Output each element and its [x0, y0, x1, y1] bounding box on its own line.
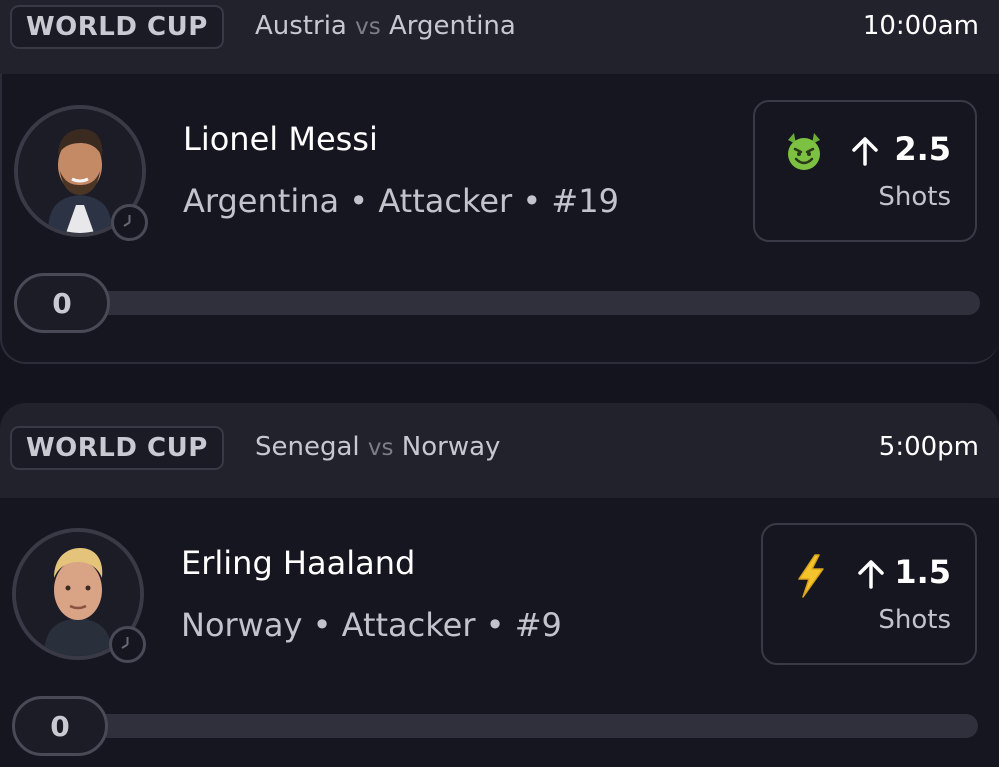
pick-line: 1.5 — [894, 553, 951, 591]
league-tag[interactable]: WORLD CUP — [10, 426, 224, 470]
home-team: Senegal — [255, 432, 360, 462]
player-meta: Argentina • Attacker • #19 — [183, 182, 619, 220]
pick-stat: Shots — [878, 182, 951, 212]
clock-icon — [109, 626, 146, 663]
league-tag[interactable]: WORLD CUP — [10, 5, 224, 49]
player-name: Erling Haaland — [181, 544, 416, 582]
match-time: 5:00pm — [878, 432, 979, 462]
up-arrow-icon — [858, 560, 884, 589]
matchup: Senegal vs Norway — [255, 432, 500, 462]
progress-track — [62, 291, 980, 315]
lightning-bolt-icon — [798, 554, 824, 598]
match-time: 10:00am — [862, 11, 979, 41]
player-name: Lionel Messi — [183, 120, 378, 158]
up-arrow-icon — [852, 137, 878, 166]
vs-label: vs — [367, 435, 394, 461]
progress-value: 0 — [14, 273, 110, 333]
player-pick-card[interactable]: Lionel Messi Argentina • Attacker • #19 … — [0, 74, 999, 364]
vs-label: vs — [355, 14, 381, 40]
matchup: Austria vs Argentina — [255, 11, 516, 41]
devil-emoji-icon — [788, 133, 820, 170]
pick-box[interactable]: 1.5 Shots — [761, 523, 977, 665]
home-team: Austria — [255, 11, 347, 41]
away-team: Norway — [401, 432, 501, 462]
player-pick-card[interactable]: Erling Haaland Norway • Attacker • #9 1.… — [0, 498, 999, 767]
pick-stat: Shots — [878, 605, 951, 635]
picks-list: WORLD CUP Austria vs Argentina 10:00am L… — [0, 0, 999, 767]
pick-line: 2.5 — [894, 130, 951, 168]
pick-box[interactable]: 2.5 Shots — [753, 100, 977, 242]
match-header[interactable]: WORLD CUP Austria vs Argentina 10:00am — [0, 0, 999, 74]
away-team: Argentina — [389, 11, 516, 41]
clock-icon — [111, 204, 148, 241]
player-meta: Norway • Attacker • #9 — [181, 606, 562, 644]
progress-value: 0 — [12, 696, 108, 756]
progress-track — [60, 714, 978, 738]
card-divider — [0, 364, 999, 403]
match-header[interactable]: WORLD CUP Senegal vs Norway 5:00pm — [0, 403, 999, 498]
